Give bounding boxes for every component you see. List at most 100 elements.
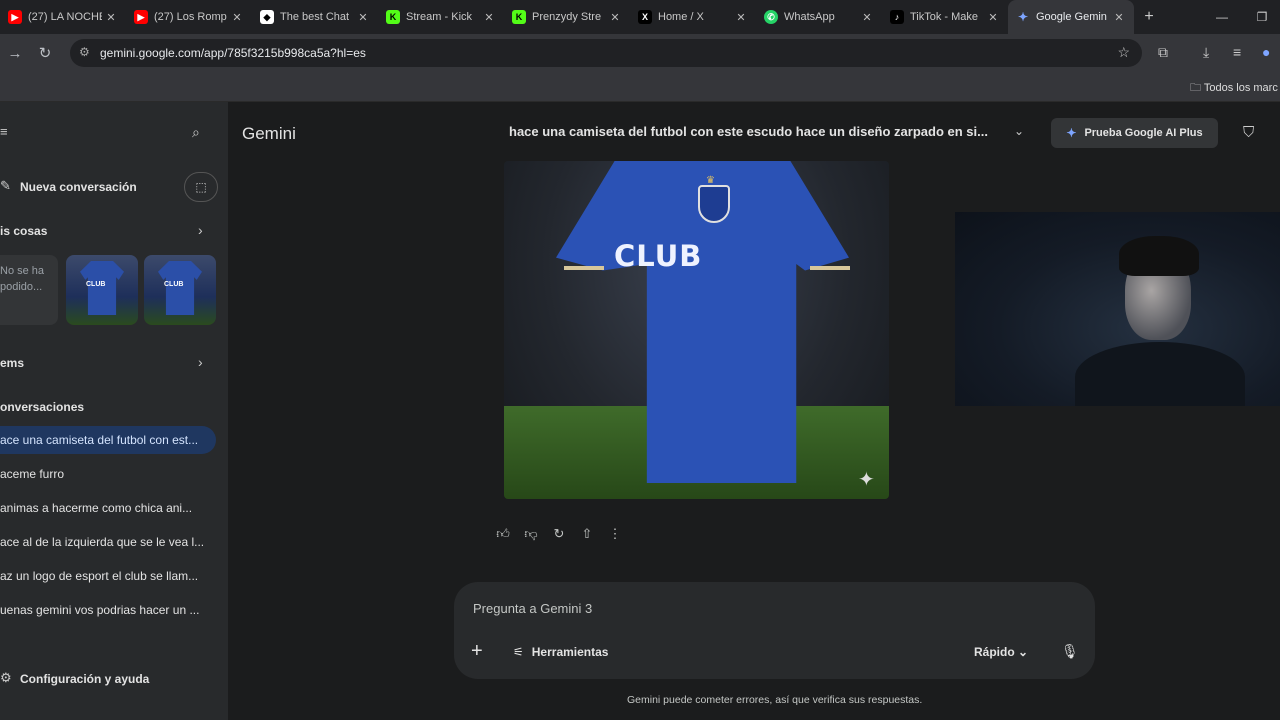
browser-tab[interactable]: ✆ WhatsApp ✕ [756, 0, 882, 34]
browser-tab[interactable]: K Prenzydy Stre ✕ [504, 0, 630, 34]
chevron-right-icon[interactable]: › [198, 354, 203, 370]
url-text: gemini.google.com/app/785f3215b998ca5a?h… [100, 46, 366, 60]
thumbs-up-icon[interactable]: 👍︎ [494, 524, 512, 544]
bookmark-star-icon[interactable]: ☆ [1117, 44, 1130, 61]
disclaimer: Gemini puede cometer errores, así que ve… [627, 694, 923, 706]
conversations-heading: onversaciones [0, 400, 85, 414]
all-bookmarks-folder[interactable]: 🗀 Todos los marc [1190, 79, 1278, 98]
edit-icon: ✎ [0, 178, 11, 193]
conversation-item[interactable]: uenas gemini vos podrias hacer un ... [0, 596, 216, 624]
upgrade-label: Prueba Google AI Plus [1084, 127, 1203, 139]
prompt-input[interactable]: Pregunta a Gemini 3 [473, 601, 592, 616]
tab-label: Prenzydy Stre [532, 11, 602, 23]
search-icon[interactable]: ⌕ [192, 124, 200, 141]
bookmarks-bar: 🗀 Todos los marc [0, 72, 1280, 102]
menu-icon[interactable]: ≡ [0, 124, 8, 139]
browser-tab-active[interactable]: ✦ Google Gemin ✕ [1008, 0, 1134, 34]
extensions-icon[interactable]: ⧉ [1158, 44, 1168, 61]
youtube-icon: ▶ [134, 10, 148, 24]
maximize-button[interactable]: ❐ [1242, 0, 1280, 34]
chevron-right-icon[interactable]: › [198, 222, 203, 238]
reload-icon[interactable]: ↻ [30, 44, 60, 62]
close-icon[interactable]: ✕ [858, 11, 876, 24]
browser-tab[interactable]: ♪ TikTok - Make ✕ [882, 0, 1008, 34]
new-tab-button[interactable]: + [1134, 8, 1164, 26]
person-hair [1119, 236, 1199, 276]
browser-tab[interactable]: X Home / X ✕ [630, 0, 756, 34]
download-icon[interactable]: ⤓ [1203, 44, 1209, 61]
microphone-icon[interactable]: 🎙︎ [1061, 643, 1079, 660]
generated-image[interactable]: ♛ CLUB ✦ [504, 161, 889, 499]
shirt-club-text: CLUB [614, 239, 703, 273]
chevron-down-icon: ⌄ [1018, 645, 1029, 659]
close-icon[interactable]: ✕ [480, 11, 498, 24]
profile-avatar[interactable]: ● [1262, 44, 1270, 60]
chevron-down-icon[interactable]: ⌄ [1014, 124, 1024, 138]
person-body [1075, 342, 1245, 406]
close-icon[interactable]: ✕ [228, 11, 246, 24]
browser-tab[interactable]: ◆ The best Chat ✕ [252, 0, 378, 34]
tools-icon: ⚟ [513, 645, 524, 659]
mode-label: Rápido [974, 645, 1015, 659]
share-icon[interactable]: ⇧ [578, 524, 596, 544]
close-icon[interactable]: ✕ [732, 11, 750, 24]
settings-icon: ⚙ [0, 670, 12, 685]
tab-label: (27) Los Romp [154, 11, 227, 23]
my-stuff-heading[interactable]: is cosas [0, 224, 47, 238]
bookmarks-label: Todos los marc [1203, 82, 1278, 94]
media-icon[interactable]: ≡ [1233, 44, 1241, 60]
conversation-item[interactable]: az un logo de esport el club se llam... [0, 562, 216, 590]
close-icon[interactable]: ✕ [1110, 11, 1128, 24]
minimize-button[interactable]: — [1202, 0, 1242, 34]
site-info-icon[interactable]: ⚙ [79, 45, 90, 59]
settings-help-button[interactable]: Configuración y ayuda [20, 672, 149, 686]
gemini-icon: ✦ [1017, 10, 1029, 24]
add-icon[interactable]: + [471, 640, 483, 663]
failed-thumbnail: No se ha podido... [0, 255, 58, 325]
upgrade-button[interactable]: ✦ Prueba Google AI Plus [1051, 118, 1218, 148]
incognito-icon[interactable]: ⛉ [1243, 124, 1254, 141]
sparkle-icon: ✦ [858, 469, 875, 491]
sleeve-trim [810, 266, 850, 270]
chat-icon: ◆ [260, 10, 274, 24]
conversation-item-active[interactable]: ace una camiseta del futbol con est... [0, 426, 216, 454]
gems-heading[interactable]: ems [0, 356, 24, 370]
url-field[interactable]: ⚙ gemini.google.com/app/785f3215b998ca5a… [70, 39, 1142, 67]
more-icon[interactable]: ⋮ [606, 524, 624, 544]
browser-tab[interactable]: ▶ (27) Los Romp ✕ [126, 0, 252, 34]
image-thumbnail[interactable]: CLUB [66, 255, 138, 325]
temporary-chat-icon[interactable]: ⬚ [184, 172, 218, 202]
club-crest [698, 185, 730, 223]
conversation-item[interactable]: animas a hacerme como chica ani... [0, 494, 216, 522]
tools-label: Herramientas [531, 645, 609, 659]
shirt-thumbnail [158, 261, 202, 315]
tab-label: (27) LA NOCHE [28, 11, 102, 23]
whatsapp-icon: ✆ [764, 10, 778, 24]
conversation-item[interactable]: aceme furro [0, 460, 216, 488]
conversation-title[interactable]: hace una camiseta del futbol con este es… [509, 124, 988, 139]
browser-tab[interactable]: ▶ (27) LA NOCHE ✕ [0, 0, 126, 34]
tab-label: The best Chat [280, 11, 350, 23]
thumbs-down-icon[interactable]: 👎︎ [522, 524, 540, 544]
tools-button[interactable]: ⚟ Herramientas [513, 645, 608, 659]
mode-selector[interactable]: Rápido ⌄ [974, 645, 1028, 659]
browser-tab[interactable]: K Stream - Kick ✕ [378, 0, 504, 34]
tiktok-icon: ♪ [890, 10, 904, 24]
prompt-box[interactable] [454, 582, 1095, 679]
close-icon[interactable]: ✕ [102, 11, 120, 24]
image-thumbnail[interactable]: CLUB [144, 255, 216, 325]
club-thumbnail-text: CLUB [86, 281, 106, 288]
close-icon[interactable]: ✕ [984, 11, 1002, 24]
forward-icon[interactable]: → [0, 45, 30, 62]
new-chat-button[interactable]: Nueva conversación [20, 180, 137, 194]
regenerate-icon[interactable]: ↻ [550, 524, 568, 544]
gemini-brand[interactable]: Gemini [242, 124, 296, 144]
conversation-item[interactable]: ace al de la izquierda que se le vea l..… [0, 528, 216, 556]
tab-label: TikTok - Make [910, 11, 979, 23]
close-icon[interactable]: ✕ [354, 11, 372, 24]
not-loaded-text: No se ha podido... [0, 265, 45, 293]
webcam-overlay [955, 212, 1280, 406]
close-icon[interactable]: ✕ [606, 11, 624, 24]
x-icon: X [638, 10, 652, 24]
tab-label: Stream - Kick [406, 11, 473, 23]
